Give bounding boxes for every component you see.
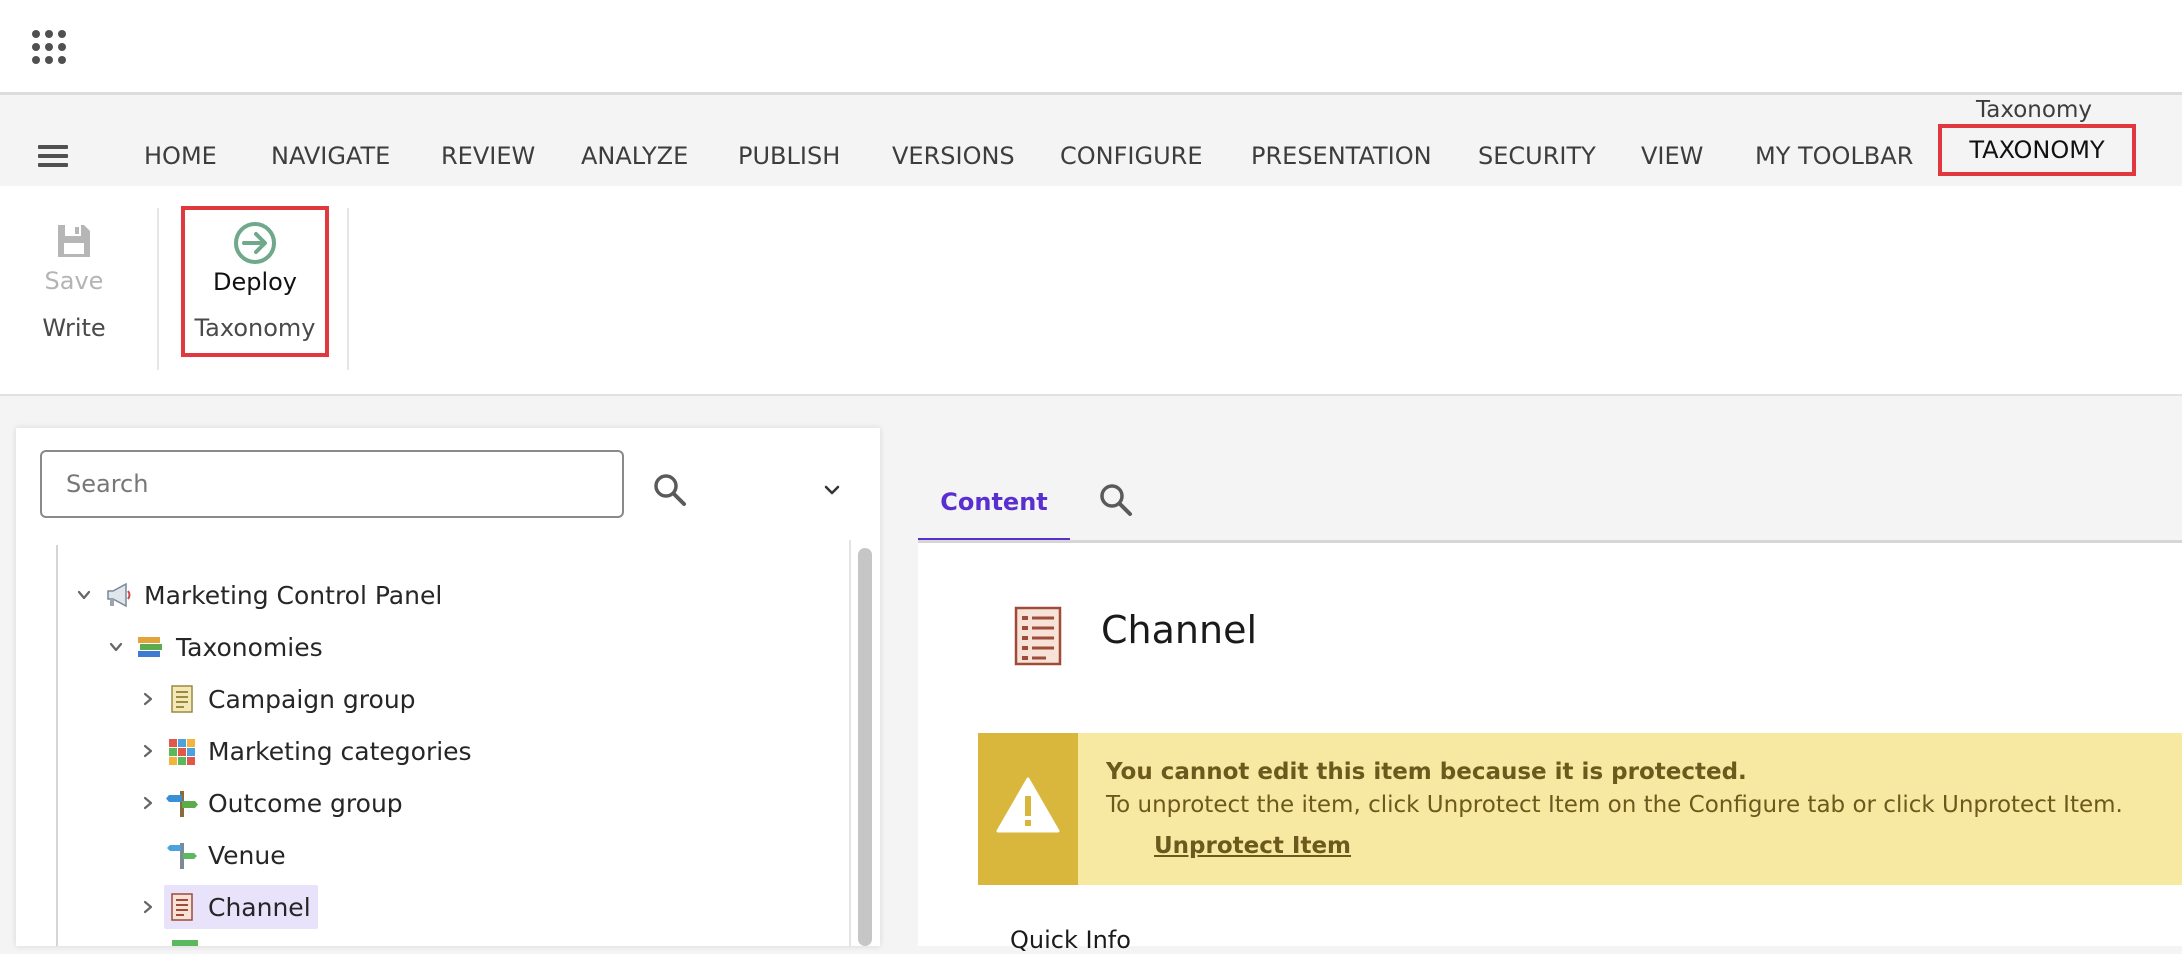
chevron-down-icon[interactable]	[820, 478, 844, 502]
save-button[interactable]: Save	[30, 218, 118, 295]
chevron-right-icon[interactable]	[136, 895, 160, 919]
tree-row[interactable]: Marketing categories	[136, 731, 472, 771]
tree-search-input[interactable]	[40, 450, 624, 518]
tab-content[interactable]: Content	[918, 476, 1070, 542]
megaphone-icon	[107, 582, 131, 608]
tree-row-label: Channel	[208, 892, 311, 922]
tab-versions[interactable]: VERSIONS	[892, 138, 1015, 174]
list-document-icon	[171, 685, 193, 713]
chevron-right-icon[interactable]	[136, 687, 160, 711]
chevron-down-icon[interactable]	[104, 635, 128, 659]
warning-title: You cannot edit this item because it is …	[1106, 759, 1747, 785]
direction-sign-icon	[167, 843, 197, 869]
tree-toggle-spacer	[136, 843, 160, 867]
tree-row[interactable]: Taxonomies	[104, 627, 323, 667]
tree-row[interactable]: Campaign group	[136, 679, 416, 719]
signpost-icon	[166, 791, 198, 817]
tree-row[interactable]: Channel	[136, 887, 311, 927]
tab-my-toolbar[interactable]: MY TOOLBAR	[1755, 138, 1913, 174]
cubes-icon	[169, 739, 195, 765]
tab-review[interactable]: REVIEW	[441, 138, 535, 174]
tree-row-label: Marketing Control Panel	[144, 580, 443, 610]
tab-navigate[interactable]: NAVIGATE	[271, 138, 390, 174]
tree-indent-guide	[56, 545, 58, 946]
tree-row[interactable]: Outcome group	[136, 783, 403, 823]
tree-scroll-track	[849, 540, 851, 946]
chevron-right-icon[interactable]	[136, 739, 160, 763]
save-button-label: Save	[44, 267, 104, 295]
tree-scrollbar[interactable]	[858, 548, 872, 946]
search-icon[interactable]	[1098, 482, 1134, 518]
books-icon	[138, 637, 162, 657]
chevron-right-icon[interactable]	[136, 791, 160, 815]
tab-home[interactable]: HOME	[144, 138, 217, 174]
item-title: Channel	[1101, 608, 1258, 652]
tree-row[interactable]: Venue	[136, 835, 286, 875]
tree-row-label: Marketing categories	[208, 736, 472, 766]
tab-taxonomy[interactable]: TAXONOMY	[1938, 124, 2136, 176]
top-bar	[0, 0, 2182, 95]
contextual-tab-group-label: Taxonomy	[1976, 97, 2092, 123]
deploy-highlight-box	[181, 206, 329, 357]
unprotect-item-link[interactable]: Unprotect Item	[1154, 833, 1351, 859]
tab-presentation[interactable]: PRESENTATION	[1251, 138, 1432, 174]
ribbon-divider	[157, 208, 159, 370]
tree-row-label: Taxonomies	[176, 632, 323, 662]
ribbon-divider	[347, 208, 349, 370]
quick-info-heading[interactable]: Quick Info	[1010, 926, 1131, 954]
tab-security[interactable]: SECURITY	[1478, 138, 1596, 174]
tree-row[interactable]: Marketing Control Panel	[72, 575, 442, 615]
warning-triangle-icon	[996, 777, 1060, 833]
chevron-down-icon[interactable]	[72, 583, 96, 607]
tab-publish[interactable]: PUBLISH	[738, 138, 840, 174]
list-document-icon	[171, 893, 193, 921]
tree-row-label: Campaign group	[208, 684, 416, 714]
list-document-icon	[1014, 606, 1062, 666]
tree-row-icon-partial	[172, 940, 198, 946]
tree-row-label: Outcome group	[208, 788, 403, 818]
tab-analyze[interactable]: ANALYZE	[581, 138, 688, 174]
tree-row-label: Venue	[208, 840, 286, 870]
tab-configure[interactable]: CONFIGURE	[1060, 138, 1203, 174]
floppy-disk-icon	[58, 225, 90, 257]
app-launcher-grid-icon[interactable]	[32, 30, 66, 64]
tab-view[interactable]: VIEW	[1641, 138, 1703, 174]
hamburger-menu-icon[interactable]	[38, 145, 68, 167]
warning-text: To unprotect the item, click Unprotect I…	[1106, 792, 2123, 818]
search-icon[interactable]	[652, 472, 688, 508]
ribbon-group-write-label: Write	[42, 314, 106, 342]
